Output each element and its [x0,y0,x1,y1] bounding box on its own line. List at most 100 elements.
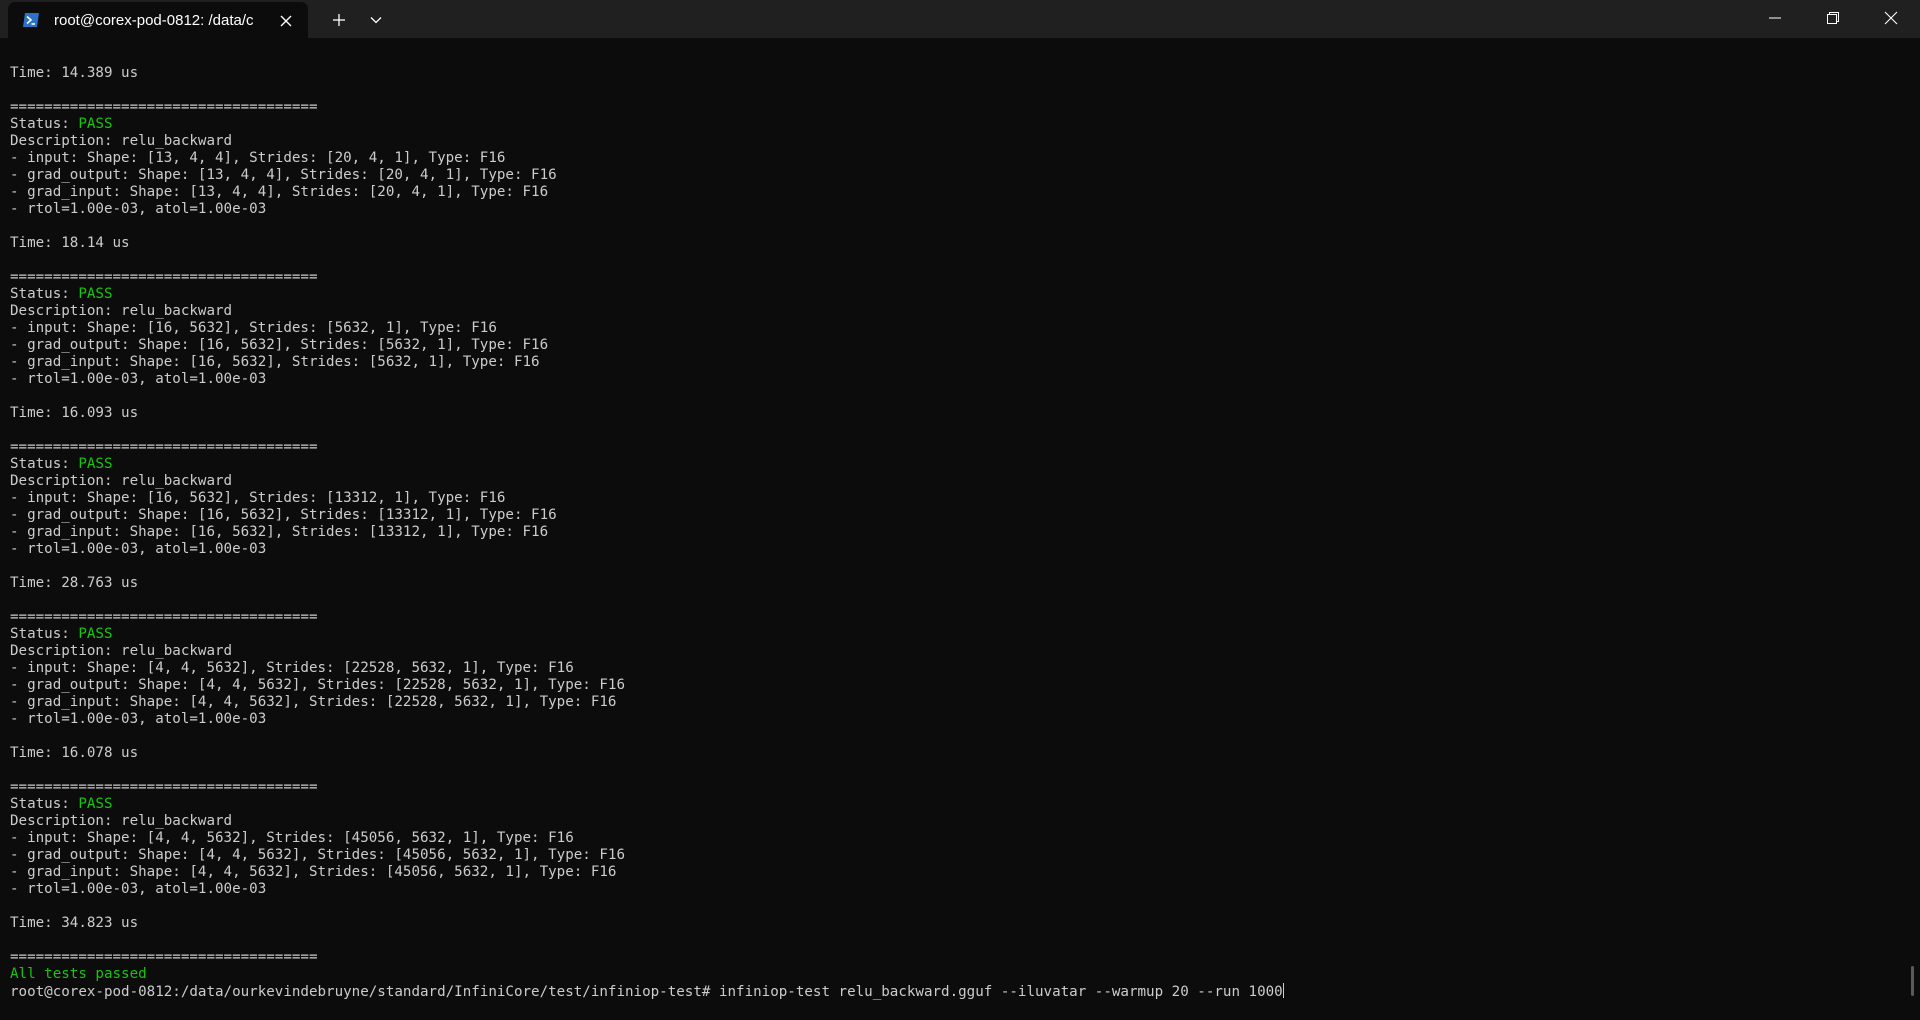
terminal-line: Status: PASS [10,116,1284,133]
terminal-line: Status: PASS [10,796,1284,813]
line-text: - input: Shape: [4, 4, 5632], Strides: [… [10,830,574,846]
line-text: - rtol=1.00e-03, atol=1.00e-03 [10,371,267,387]
terminal-line: Time: 16.093 us [10,405,1284,422]
close-window-button[interactable] [1863,0,1919,36]
terminal-line: Description: relu_backward [10,473,1284,490]
close-icon [280,15,292,27]
line-text: - grad_output: Shape: [13, 4, 4], Stride… [10,167,557,183]
close-tab-button[interactable] [276,11,296,31]
terminal-line: - grad_output: Shape: [13, 4, 4], Stride… [10,167,1284,184]
status-label: Status: [10,626,79,642]
terminal-line: - grad_output: Shape: [16, 5632], Stride… [10,507,1284,524]
line-text: ==================================== [10,779,318,795]
scrollbar[interactable] [1910,38,1920,1020]
line-text: Description: relu_backward [10,303,233,319]
status-label: Status: [10,796,79,812]
new-tab-button[interactable] [326,7,352,33]
minimize-button[interactable] [1747,0,1803,36]
terminal-line: - rtol=1.00e-03, atol=1.00e-03 [10,711,1284,728]
tab-active[interactable]: root@corex-pod-0812: /data/c [8,2,308,38]
terminal-output[interactable]: Time: 14.389 us =========================… [0,38,1910,1020]
status-value: PASS [78,796,113,812]
line-text: Time: 34.823 us [10,915,139,931]
status-value: PASS [78,286,113,302]
terminal-line: Description: relu_backward [10,813,1284,830]
line-text: - grad_output: Shape: [4, 4, 5632], Stri… [10,847,625,863]
terminal-line: - grad_input: Shape: [4, 4, 5632], Strid… [10,864,1284,881]
terminal-line: Time: 14.389 us [10,65,1284,82]
terminal-line: - grad_input: Shape: [16, 5632], Strides… [10,354,1284,371]
line-text: - input: Shape: [4, 4, 5632], Strides: [… [10,660,574,676]
status-label: Status: [10,456,79,472]
terminal-line: ==================================== [10,779,1284,796]
line-text: - input: Shape: [13, 4, 4], Strides: [20… [10,150,506,166]
line-text: - input: Shape: [16, 5632], Strides: [13… [10,490,506,506]
terminal-line: ==================================== [10,269,1284,286]
line-text: - rtol=1.00e-03, atol=1.00e-03 [10,201,267,217]
terminal-line: ==================================== [10,439,1284,456]
status-value: PASS [78,456,113,472]
terminal-line: Time: 16.078 us [10,745,1284,762]
terminal-line: Description: relu_backward [10,643,1284,660]
line-text: Description: relu_backward [10,643,233,659]
plus-icon [333,14,345,26]
line-text: - rtol=1.00e-03, atol=1.00e-03 [10,711,267,727]
terminal-line: - rtol=1.00e-03, atol=1.00e-03 [10,881,1284,898]
line-text: - input: Shape: [16, 5632], Strides: [56… [10,320,497,336]
line-text: Time: 18.14 us [10,235,130,251]
terminal-line: Description: relu_backward [10,133,1284,150]
text-cursor [1282,983,1284,998]
line-text: ==================================== [10,949,318,965]
terminal-line: Description: relu_backward [10,303,1284,320]
terminal-line: - grad_output: Shape: [16, 5632], Stride… [10,337,1284,354]
terminal-line: - input: Shape: [16, 5632], Strides: [13… [10,490,1284,507]
restore-button[interactable] [1805,0,1861,36]
tab-title: root@corex-pod-0812: /data/c [54,12,254,29]
title-bar: root@corex-pod-0812: /data/c [0,0,1920,38]
status-label: Status: [10,116,79,132]
line-text: - grad_input: Shape: [13, 4, 4], Strides… [10,184,549,200]
terminal-line: - grad_output: Shape: [4, 4, 5632], Stri… [10,677,1284,694]
terminal-line: - rtol=1.00e-03, atol=1.00e-03 [10,201,1284,218]
line-text: Time: 16.078 us [10,745,139,761]
line-text: - rtol=1.00e-03, atol=1.00e-03 [10,881,267,897]
line-text: - grad_output: Shape: [16, 5632], Stride… [10,337,549,353]
scrollbar-thumb[interactable] [1911,966,1914,996]
terminal-lines: Time: 14.389 us =========================… [10,65,1284,1000]
status-value: All tests passed [10,966,147,982]
terminal-line: - grad_input: Shape: [16, 5632], Strides… [10,524,1284,541]
status-value: PASS [78,626,113,642]
terminal-line: - input: Shape: [13, 4, 4], Strides: [20… [10,150,1284,167]
terminal-line: - rtol=1.00e-03, atol=1.00e-03 [10,541,1284,558]
line-text: - grad_input: Shape: [4, 4, 5632], Strid… [10,694,617,710]
line-text: ==================================== [10,99,318,115]
terminal-line: - input: Shape: [16, 5632], Strides: [56… [10,320,1284,337]
status-label: Status: [10,286,79,302]
tab-dropdown-button[interactable] [363,7,389,33]
chevron-down-icon [370,17,382,24]
line-text: Description: relu_backward [10,473,233,489]
line-text: - grad_input: Shape: [16, 5632], Strides… [10,524,549,540]
terminal-line: - grad_output: Shape: [4, 4, 5632], Stri… [10,847,1284,864]
line-text: - grad_input: Shape: [16, 5632], Strides… [10,354,540,370]
terminal-line: root@corex-pod-0812:/data/ourkevindebruy… [10,983,1284,1000]
status-value: PASS [78,116,113,132]
terminal-line: Time: 18.14 us [10,235,1284,252]
terminal-line: Status: PASS [10,456,1284,473]
line-text: Time: 28.763 us [10,575,139,591]
terminal-line: Status: PASS [10,626,1284,643]
line-text: - grad_output: Shape: [4, 4, 5632], Stri… [10,677,625,693]
terminal-line: Time: 34.823 us [10,915,1284,932]
command-input[interactable]: infiniop-test relu_backward.gguf --iluva… [719,984,1283,1000]
line-text: Description: relu_backward [10,813,233,829]
restore-icon [1827,12,1839,24]
line-text: Time: 16.093 us [10,405,139,421]
terminal-line: - rtol=1.00e-03, atol=1.00e-03 [10,371,1284,388]
